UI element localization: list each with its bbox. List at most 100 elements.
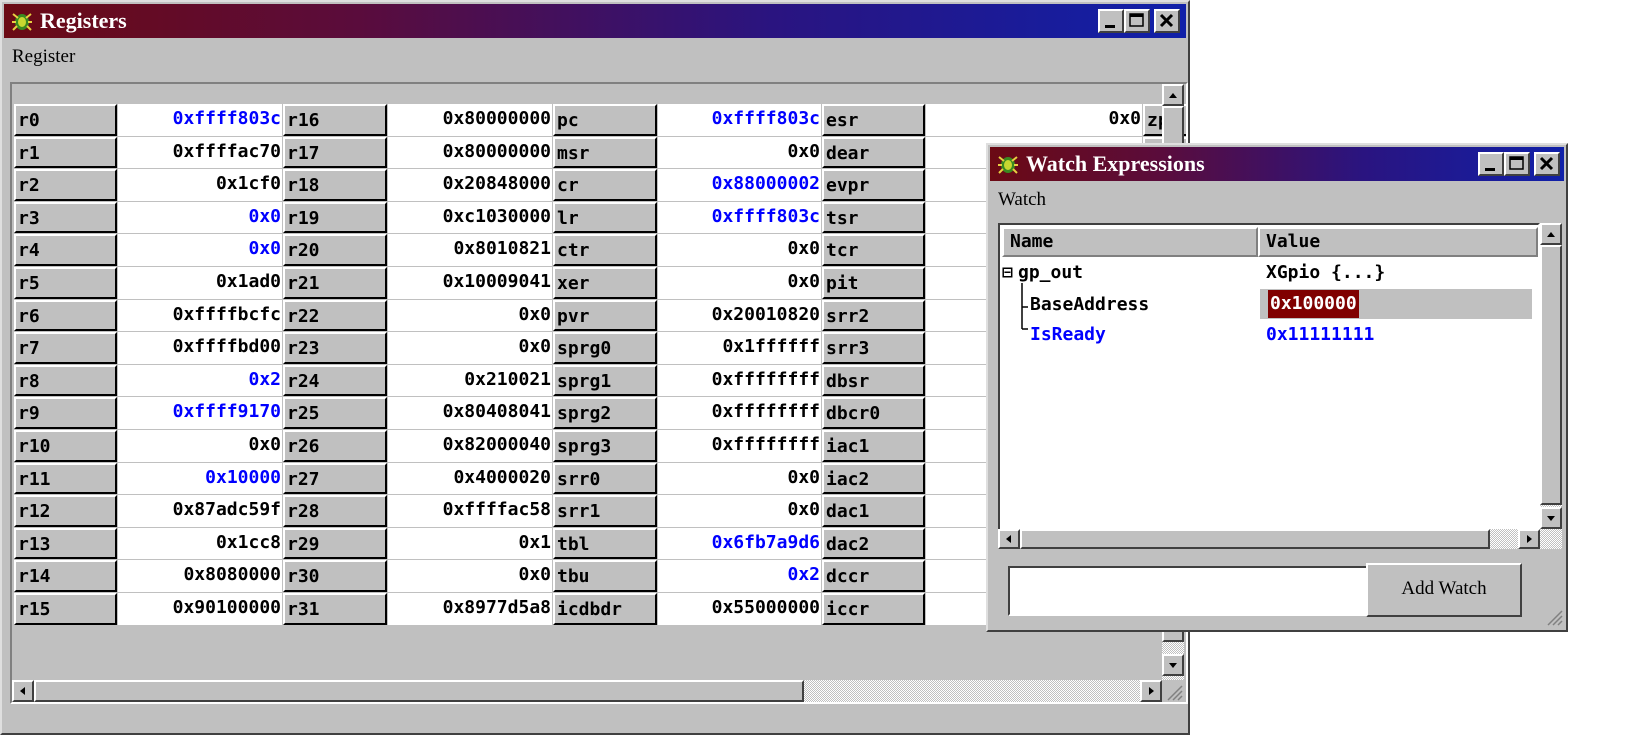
register-value[interactable]: 0xffffac58 bbox=[388, 495, 552, 527]
register-value[interactable]: 0xffffffff bbox=[658, 364, 821, 397]
resize-grip-icon[interactable] bbox=[1544, 607, 1564, 627]
register-value[interactable]: 0x20848000 bbox=[388, 169, 552, 201]
maximize-button[interactable] bbox=[1504, 152, 1530, 176]
register-value[interactable]: 0x0 bbox=[926, 104, 1142, 136]
register-name: r24 bbox=[283, 364, 387, 397]
register-value[interactable]: 0x80000000 bbox=[388, 104, 552, 136]
register-value[interactable]: 0x10000 bbox=[118, 462, 282, 495]
register-value[interactable]: 0xffffffff bbox=[658, 397, 821, 429]
minimize-button[interactable] bbox=[1478, 152, 1504, 176]
scroll-down-button[interactable] bbox=[1162, 654, 1184, 676]
register-value[interactable]: 0x1cc8 bbox=[118, 527, 282, 560]
register-value[interactable]: 0xffffbcfc bbox=[118, 299, 282, 332]
register-value[interactable]: 0x88000002 bbox=[658, 169, 821, 201]
register-value[interactable]: 0xffff9170 bbox=[118, 397, 282, 429]
watch-child-name[interactable]: IsReady bbox=[1030, 321, 1106, 349]
scroll-right-button[interactable] bbox=[1518, 529, 1540, 549]
scroll-down-button[interactable] bbox=[1540, 507, 1562, 529]
register-value[interactable]: 0x82000040 bbox=[388, 429, 552, 462]
bug-app-icon bbox=[12, 13, 32, 31]
register-value[interactable]: 0x80000000 bbox=[388, 136, 552, 169]
register-value[interactable]: 0x0 bbox=[658, 266, 821, 299]
register-value[interactable]: 0xffff803c bbox=[658, 201, 821, 234]
register-name: dbcr0 bbox=[822, 397, 925, 429]
column-header-value[interactable]: Value bbox=[1258, 227, 1538, 257]
watch-list[interactable]: Name Value ⊟ gp_out XGpio {...} BaseAddr… bbox=[998, 223, 1540, 549]
register-value[interactable]: 0x2 bbox=[658, 560, 821, 592]
register-value[interactable]: 0x1cf0 bbox=[118, 169, 282, 201]
column-header-name[interactable]: Name bbox=[1002, 227, 1258, 257]
watch-horizontal-thumb[interactable] bbox=[1020, 529, 1490, 549]
register-value[interactable]: 0x90100000 bbox=[118, 592, 282, 625]
maximize-icon bbox=[1509, 156, 1524, 170]
minimize-icon bbox=[1485, 168, 1495, 171]
registers-title: Registers bbox=[40, 8, 127, 33]
register-name: iac2 bbox=[822, 462, 925, 495]
resize-grip-icon[interactable] bbox=[1162, 680, 1184, 702]
watch-child-value-editor[interactable]: 0x100000 bbox=[1268, 290, 1359, 318]
register-value[interactable]: 0x0 bbox=[658, 495, 821, 527]
register-value[interactable]: 0xffffffff bbox=[658, 429, 821, 462]
register-value[interactable]: 0x2 bbox=[118, 364, 282, 397]
register-value[interactable]: 0xc1030000 bbox=[388, 201, 552, 234]
watch-expression-input[interactable] bbox=[1008, 566, 1368, 616]
register-value[interactable]: 0xffff803c bbox=[118, 104, 282, 136]
menu-register[interactable]: Register bbox=[8, 46, 79, 67]
register-value[interactable]: 0x6fb7a9d6 bbox=[658, 527, 821, 560]
registers-titlebar[interactable]: Registers bbox=[4, 4, 1186, 38]
register-value[interactable]: 0x4000020 bbox=[388, 462, 552, 495]
watch-child-name[interactable]: BaseAddress bbox=[1030, 291, 1149, 319]
register-value[interactable]: 0x0 bbox=[118, 234, 282, 266]
scroll-up-button[interactable] bbox=[1540, 223, 1562, 245]
register-name: sprg2 bbox=[553, 397, 657, 429]
watch-title: Watch Expressions bbox=[1026, 151, 1205, 176]
register-value[interactable]: 0x0 bbox=[118, 429, 282, 462]
register-value[interactable]: 0x1ad0 bbox=[118, 266, 282, 299]
register-value[interactable]: 0x87adc59f bbox=[118, 495, 282, 527]
register-name: r18 bbox=[283, 169, 387, 201]
register-name: r10 bbox=[14, 429, 117, 462]
tree-lines bbox=[1021, 283, 1028, 330]
register-value[interactable]: 0x210021 bbox=[388, 364, 552, 397]
minimize-icon bbox=[1105, 25, 1115, 28]
close-button[interactable] bbox=[1154, 9, 1180, 33]
scroll-up-button[interactable] bbox=[1162, 84, 1184, 106]
register-value[interactable]: 0x10009041 bbox=[388, 266, 552, 299]
maximize-button[interactable] bbox=[1124, 9, 1150, 33]
horizontal-scroll-thumb[interactable] bbox=[34, 680, 804, 702]
add-watch-button[interactable]: Add Watch bbox=[1366, 563, 1522, 617]
register-value[interactable]: 0x0 bbox=[118, 201, 282, 234]
register-value[interactable]: 0x8080000 bbox=[118, 560, 282, 592]
register-value[interactable]: 0x55000000 bbox=[658, 592, 821, 625]
tree-expander[interactable]: ⊟ bbox=[1002, 259, 1013, 287]
register-value[interactable]: 0x1 bbox=[388, 527, 552, 560]
watch-vertical-thumb[interactable] bbox=[1540, 245, 1562, 505]
register-value[interactable]: 0xffffac70 bbox=[118, 136, 282, 169]
menu-watch[interactable]: Watch bbox=[994, 189, 1050, 210]
register-value[interactable]: 0x0 bbox=[388, 299, 552, 332]
arrow-down-icon bbox=[1547, 516, 1555, 521]
register-name: r6 bbox=[14, 299, 117, 332]
scroll-left-button[interactable] bbox=[998, 529, 1020, 549]
register-value[interactable]: 0x8977d5a8 bbox=[388, 592, 552, 625]
register-value[interactable]: 0xffff803c bbox=[658, 104, 821, 136]
watch-expressions-window: Watch Expressions Watch Name Value ⊟ gp_… bbox=[986, 143, 1568, 632]
register-value[interactable]: 0x0 bbox=[658, 136, 821, 169]
register-value[interactable]: 0x0 bbox=[388, 560, 552, 592]
scroll-right-button[interactable] bbox=[1140, 680, 1162, 702]
register-value[interactable]: 0x0 bbox=[388, 332, 552, 364]
minimize-button[interactable] bbox=[1098, 9, 1124, 33]
register-name: r20 bbox=[283, 234, 387, 266]
register-value[interactable]: 0xffffbd00 bbox=[118, 332, 282, 364]
register-value[interactable]: 0x0 bbox=[658, 234, 821, 266]
register-value[interactable]: 0x0 bbox=[658, 462, 821, 495]
register-value[interactable]: 0x80408041 bbox=[388, 397, 552, 429]
watch-titlebar[interactable]: Watch Expressions bbox=[990, 147, 1564, 181]
register-value[interactable]: 0x20010820 bbox=[658, 299, 821, 332]
scroll-left-button[interactable] bbox=[12, 680, 34, 702]
register-value[interactable]: 0x8010821 bbox=[388, 234, 552, 266]
register-value[interactable]: 0x1ffffff bbox=[658, 332, 821, 364]
close-button[interactable] bbox=[1534, 152, 1560, 176]
arrow-up-icon bbox=[1547, 232, 1555, 237]
register-name: r7 bbox=[14, 332, 117, 364]
